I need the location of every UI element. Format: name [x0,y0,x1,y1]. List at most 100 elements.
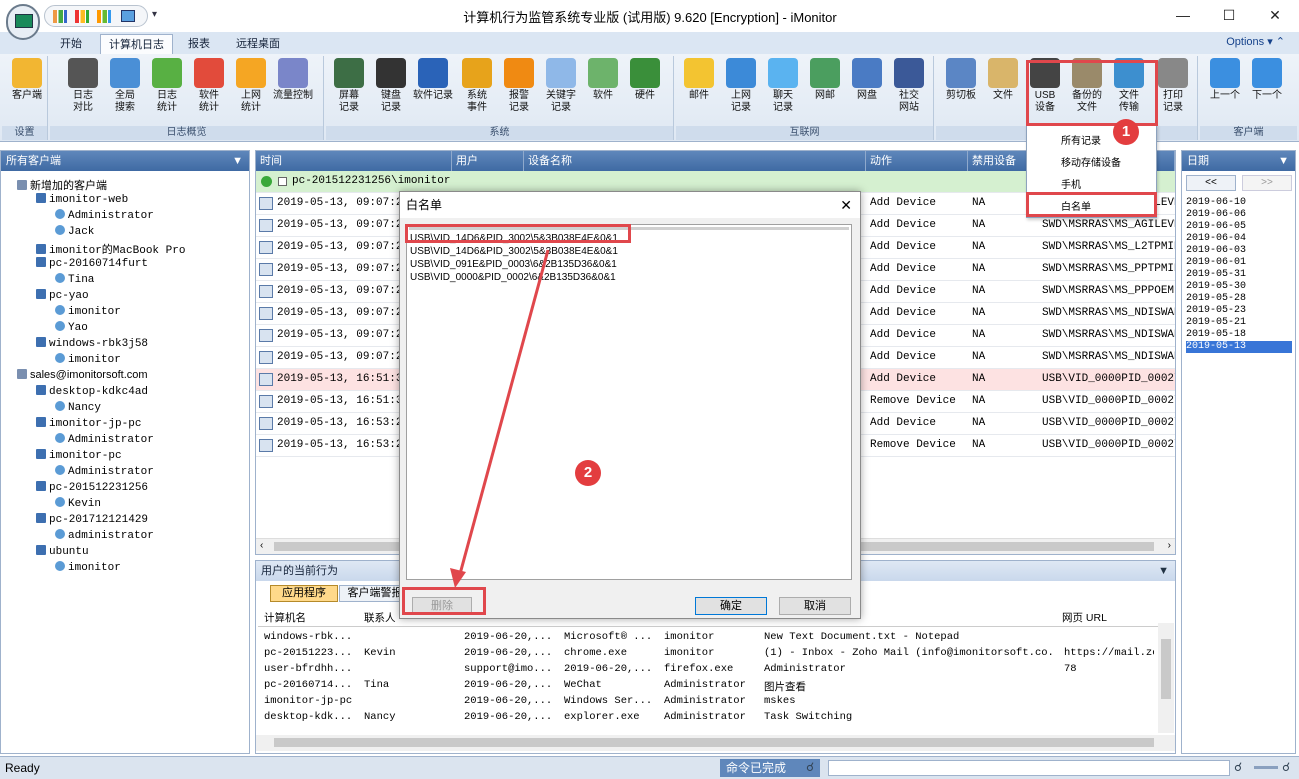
app-logo-icon[interactable] [6,4,40,40]
hardware-button[interactable]: 硬件 [624,58,666,124]
col-user[interactable]: 用户 [452,151,524,171]
tab-reports[interactable]: 报表 [180,34,218,54]
date-item[interactable]: 2019-05-18 [1186,329,1292,341]
scroll-right-icon[interactable]: › [1168,540,1171,551]
email-button[interactable]: 邮件 [678,58,720,124]
tab-start[interactable]: 开始 [52,34,90,54]
software-record-button[interactable]: 软件记录 [412,58,454,124]
table-row[interactable]: user-bfrdhh... support@imo... 2019-06-20,.… [256,663,1156,679]
tree-node[interactable]: windows-rbk3j58 [36,337,148,350]
tree-node[interactable]: pc-201712121429 [36,513,148,526]
command-input[interactable] [828,760,1230,776]
date-item[interactable]: 2019-05-31 [1186,269,1292,281]
tab-computer-log[interactable]: 计算机日志 [100,34,173,54]
scroll-thumb[interactable] [1161,639,1171,699]
col-action[interactable]: 动作 [866,151,968,171]
maximize-button[interactable]: ☐ [1206,4,1252,26]
whitelist-item[interactable]: USB\VID_14D6&PID_3002\5&3B038E4E&0&1 [410,246,618,258]
tree-node[interactable]: imonitor-web [36,193,128,206]
vertical-scrollbar[interactable] [1158,623,1174,733]
chevron-down-icon[interactable]: ▼ [1158,561,1169,581]
web-record-button[interactable]: 上网 记录 [720,58,762,124]
clipboard-button[interactable]: 剪切板 [940,58,982,124]
horizontal-scrollbar[interactable] [256,735,1175,751]
col-time[interactable]: 时间 [256,151,452,171]
tab-remote-desktop[interactable]: 远程桌面 [228,34,288,54]
screen-record-button[interactable]: 屏幕 记录 [328,58,370,124]
software-button[interactable]: 软件 [582,58,624,124]
tree-node[interactable]: Tina [55,273,94,286]
tree-node[interactable]: Administrator [55,209,154,222]
options-menu[interactable]: Options ▾ ⌃ [1226,35,1285,48]
tree-node[interactable]: Administrator [55,465,154,478]
date-item[interactable]: 2019-05-28 [1186,293,1292,305]
date-item[interactable]: 2019-06-05 [1186,221,1292,233]
color-bars-icon[interactable] [75,10,89,23]
alarm-record-button[interactable]: 报警 记录 [498,58,540,124]
date-next-button[interactable]: >> [1242,175,1292,191]
date-item[interactable]: 2019-05-23 [1186,305,1292,317]
social-sites-button[interactable]: 社交 网站 [888,58,930,124]
cancel-button[interactable]: 取消 [779,597,851,615]
table-row[interactable]: desktop-kdk... Nancy 2019-06-20,... explore… [256,711,1156,727]
bar-chart-icon[interactable] [53,10,67,23]
checkbox-icon[interactable] [278,177,287,186]
table-row[interactable]: pc-20160714... Tina 2019-06-20,... WeChat Ad… [256,679,1156,695]
chat-record-button[interactable]: 聊天 记录 [762,58,804,124]
clients-button[interactable]: 客户端 [6,58,48,124]
menu-item-phone[interactable]: 手机 [1061,176,1081,191]
stats-icon[interactable] [97,10,111,23]
print-record-button[interactable]: 打印 记录 [1152,58,1194,124]
date-item[interactable]: 2019-05-21 [1186,317,1292,329]
cloud-drive-button[interactable]: 网盘 [846,58,888,124]
tree-node[interactable]: imonitor [55,353,121,366]
tree-node[interactable]: pc-yao [36,289,89,302]
chevron-down-icon[interactable]: ▼ [232,151,243,171]
global-search-button[interactable]: 全局 搜索 [104,58,146,124]
table-row[interactable]: imonitor-jp-pc 2019-06-20,... Windows Ser.… [256,695,1156,711]
keyboard-record-button[interactable]: 键盘 记录 [370,58,412,124]
monitor-icon[interactable] [121,10,135,22]
system-events-button[interactable]: 系统 事件 [456,58,498,124]
menu-item-all-records[interactable]: 所有记录 [1061,132,1101,147]
tree-node[interactable]: ubuntu [36,545,89,558]
traffic-control-button[interactable]: 流量控制 [272,58,314,124]
quick-access-toolbar[interactable] [44,5,148,27]
col-computer-name[interactable]: 计算机名 [264,610,306,625]
ok-button[interactable]: 确定 [695,597,767,615]
menu-item-removable-storage[interactable]: 移动存储设备 [1061,154,1121,169]
date-item[interactable]: 2019-06-04 [1186,233,1292,245]
scroll-left-icon[interactable]: ‹ [260,540,263,551]
date-item[interactable]: 2019-06-10 [1186,197,1292,209]
tree-node[interactable]: imonitor [55,561,121,574]
files-button[interactable]: 文件 [982,58,1024,124]
scroll-thumb[interactable] [274,738,1154,747]
qat-dropdown-icon[interactable]: ▾ [152,9,157,20]
tree-node[interactable]: pc-201512231256 [36,481,148,494]
col-web-url[interactable]: 网页 URL [1062,610,1107,625]
tree-node[interactable]: Kevin [55,497,101,510]
tree-node[interactable]: sales@imonitorsoft.com [17,369,148,381]
tree-node[interactable]: imonitor的MacBook Pro [36,241,185,257]
webmail-button[interactable]: 网邮 [804,58,846,124]
date-item[interactable]: 2019-06-03 [1186,245,1292,257]
log-stats-button[interactable]: 日志 统计 [146,58,188,124]
search-icon[interactable]: ☌ [806,760,814,774]
date-item[interactable]: 2019-06-01 [1186,257,1292,269]
tree-node[interactable]: 新增加的客户端 [17,177,107,193]
log-compare-button[interactable]: 日志 对比 [62,58,104,124]
whitelist-item[interactable]: USB\VID_0000&PID_0002\6&2B135D36&0&1 [410,272,616,284]
previous-button[interactable]: 上一个 [1204,58,1246,124]
zoom-in-icon[interactable]: ☌ [1282,760,1290,774]
keyword-record-button[interactable]: 关键字 记录 [540,58,582,124]
web-stats-button[interactable]: 上网 统计 [230,58,272,124]
tree-node[interactable]: Nancy [55,401,101,414]
col-device-name[interactable]: 设备名称 [524,151,866,171]
tab-applications[interactable]: 应用程序 [270,585,338,602]
zoom-out-icon[interactable]: ☌ [1234,760,1242,774]
close-button[interactable]: ✕ [1252,4,1298,26]
tree-node[interactable]: Administrator [55,433,154,446]
table-row[interactable]: pc-20151223... Kevin 2019-06-20,... chrome.… [256,647,1156,663]
col-contact[interactable]: 联系人 [364,610,396,625]
chevron-down-icon[interactable]: ▼ [1278,151,1289,171]
